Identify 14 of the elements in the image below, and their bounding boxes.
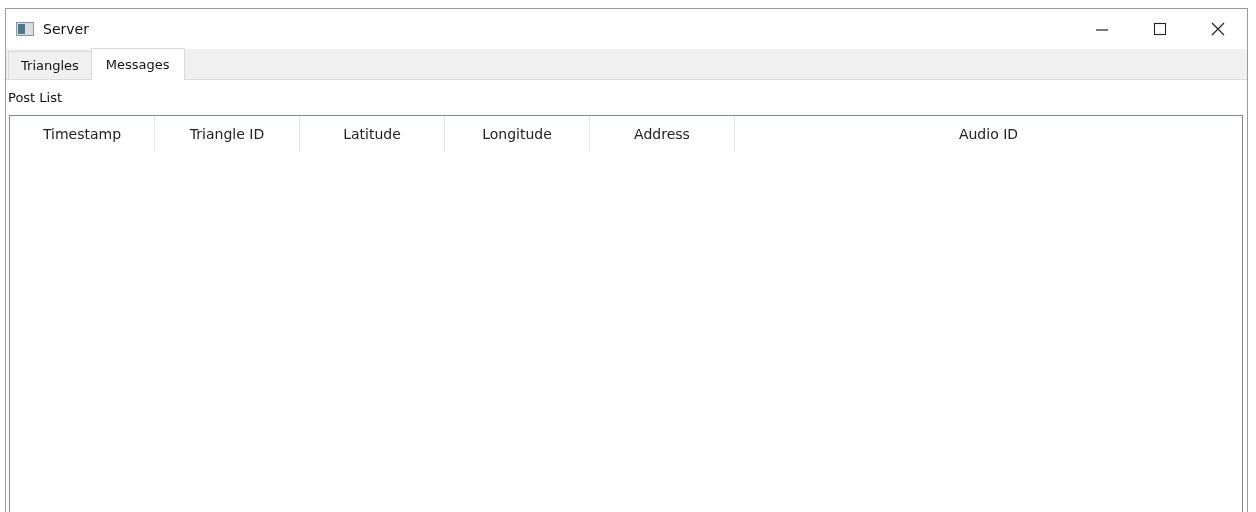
maximize-icon (1153, 22, 1167, 36)
section-label: Post List (8, 90, 63, 105)
tab[interactable]: Triangles (8, 51, 92, 79)
window-title: Server (43, 21, 89, 37)
close-icon (1211, 22, 1225, 36)
column-header[interactable]: Triangle ID (155, 116, 300, 152)
column-header[interactable]: Longitude (445, 116, 590, 152)
column-header[interactable]: Audio ID (735, 116, 1242, 152)
window-icon (16, 22, 34, 36)
column-header[interactable]: Latitude (300, 116, 445, 152)
minimize-icon (1095, 29, 1109, 31)
tab[interactable]: Messages (90, 48, 185, 80)
column-header[interactable]: Address (590, 116, 735, 152)
column-header[interactable]: Timestamp (10, 116, 155, 152)
